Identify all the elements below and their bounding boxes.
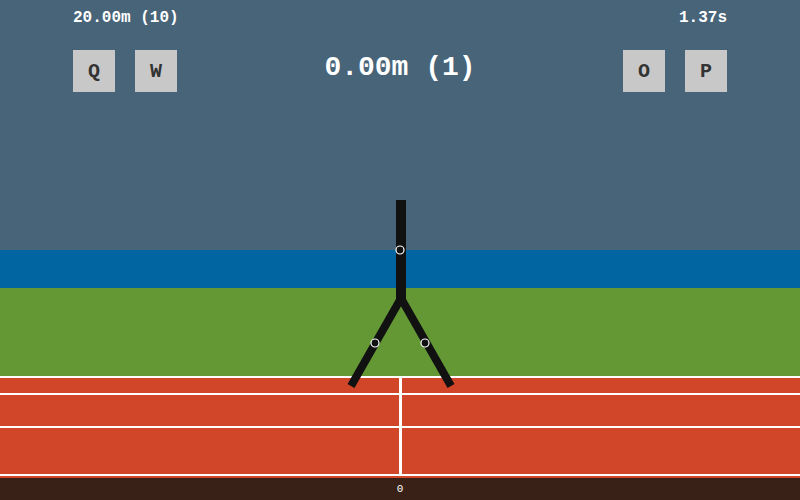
current-distance: 0.00m (1) xyxy=(324,52,475,83)
key-button[interactable]: W xyxy=(135,50,177,92)
key-button[interactable]: P xyxy=(685,50,727,92)
timer: 1.37s xyxy=(679,8,727,28)
key-button[interactable]: O xyxy=(623,50,665,92)
game-canvas[interactable]: 20.00m (10) 1.37s QW 0.00m (1) OP 0 xyxy=(0,0,800,500)
sky: 20.00m (10) 1.37s QW 0.00m (1) OP xyxy=(0,0,800,250)
track xyxy=(0,376,800,478)
right-keys: OP xyxy=(623,50,727,92)
grass xyxy=(0,288,800,376)
best-distance: 20.00m (10) xyxy=(73,8,179,28)
key-button[interactable]: Q xyxy=(73,50,115,92)
distance-marker: 0 xyxy=(397,483,404,495)
runner-figure xyxy=(0,0,800,500)
stands xyxy=(0,250,800,288)
ground: 0 xyxy=(0,478,800,500)
start-line xyxy=(399,376,402,474)
left-keys: QW xyxy=(73,50,177,92)
